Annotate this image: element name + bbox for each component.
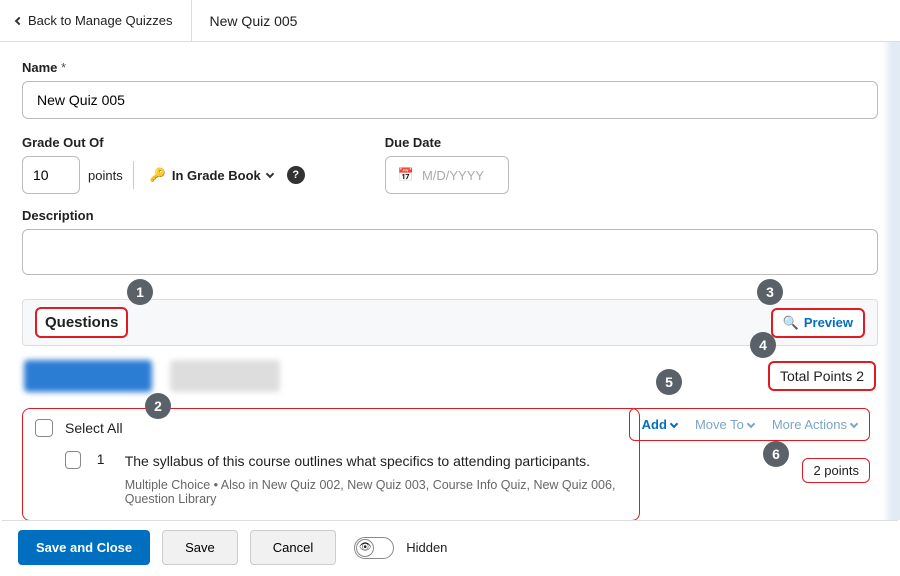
description-input[interactable] bbox=[22, 229, 878, 275]
divider bbox=[133, 161, 134, 189]
chevron-down-icon bbox=[266, 169, 274, 177]
back-label: Back to Manage Quizzes bbox=[28, 13, 173, 28]
points-suffix: points bbox=[88, 168, 123, 183]
visibility-toggle[interactable]: 👁 bbox=[354, 537, 394, 559]
select-all-label: Select All bbox=[65, 420, 123, 436]
chevron-left-icon bbox=[15, 16, 23, 24]
question-1-meta: Multiple Choice • Also in New Quiz 002, … bbox=[125, 478, 627, 506]
page-title: New Quiz 005 bbox=[192, 13, 298, 29]
chevron-down-icon bbox=[850, 419, 858, 427]
preview-button[interactable]: 🔍 Preview bbox=[771, 308, 865, 338]
callout-2: 2 bbox=[145, 393, 171, 419]
add-question-button[interactable]: Add bbox=[642, 417, 677, 432]
question-1-body: The syllabus of this course outlines wha… bbox=[125, 451, 627, 506]
select-all-row: Select All bbox=[35, 419, 627, 437]
question-toolbar: Add Move To More Actions bbox=[629, 408, 870, 441]
callout-5: 5 bbox=[656, 369, 682, 395]
preview-label: Preview bbox=[804, 315, 853, 330]
questions-header: Questions 🔍 Preview bbox=[22, 299, 878, 346]
move-to-button[interactable]: Move To bbox=[695, 417, 754, 432]
question-list-outline: Select All 1 The syllabus of this course… bbox=[22, 408, 640, 521]
name-label: Name * bbox=[22, 60, 878, 75]
preview-icon: 🔍 bbox=[783, 315, 799, 331]
question-row-1[interactable]: 1 The syllabus of this course outlines w… bbox=[35, 451, 627, 506]
create-new-button-blurred[interactable] bbox=[170, 360, 280, 392]
gradebook-label: In Grade Book bbox=[172, 168, 261, 183]
description-label: Description bbox=[22, 208, 878, 223]
due-date-placeholder: M/D/YYYY bbox=[422, 168, 484, 183]
calendar-icon: 📅 bbox=[398, 167, 414, 183]
key-icon: 🔑 bbox=[150, 167, 166, 183]
question-1-number: 1 bbox=[97, 451, 109, 506]
eye-off-icon: 👁 bbox=[359, 542, 372, 553]
due-date-field: Due Date 📅 M/D/YYYY bbox=[385, 135, 509, 194]
blurred-buttons bbox=[24, 360, 280, 392]
help-icon[interactable]: ? bbox=[287, 166, 305, 184]
scrollbar[interactable] bbox=[882, 42, 900, 520]
total-points-label: Total Points 2 bbox=[768, 361, 876, 391]
questions-section-title: Questions bbox=[35, 307, 128, 338]
footer-bar: Save and Close Save Cancel 👁 Hidden bbox=[2, 520, 898, 574]
callout-3: 3 bbox=[757, 279, 783, 305]
select-all-checkbox[interactable] bbox=[35, 419, 53, 437]
chevron-down-icon bbox=[747, 419, 755, 427]
add-existing-button-blurred[interactable] bbox=[24, 360, 152, 392]
gradebook-dropdown[interactable]: 🔑 In Grade Book bbox=[144, 163, 279, 187]
save-and-close-button[interactable]: Save and Close bbox=[18, 530, 150, 565]
grade-out-of-input[interactable] bbox=[22, 156, 80, 194]
cancel-button[interactable]: Cancel bbox=[250, 530, 336, 565]
chevron-down-icon bbox=[670, 419, 678, 427]
question-1-text: The syllabus of this course outlines wha… bbox=[125, 451, 627, 472]
due-date-input[interactable]: 📅 M/D/YYYY bbox=[385, 156, 509, 194]
callout-1: 1 bbox=[127, 279, 153, 305]
more-actions-button[interactable]: More Actions bbox=[772, 417, 857, 432]
back-to-manage-link[interactable]: Back to Manage Quizzes bbox=[16, 0, 192, 41]
visibility-label: Hidden bbox=[406, 540, 447, 555]
toggle-knob: 👁 bbox=[356, 539, 374, 557]
topbar: Back to Manage Quizzes New Quiz 005 bbox=[0, 0, 900, 42]
question-1-points: 2 points bbox=[802, 458, 870, 483]
save-button[interactable]: Save bbox=[162, 530, 238, 565]
name-input[interactable] bbox=[22, 81, 878, 119]
callout-6: 6 bbox=[763, 441, 789, 467]
question-1-checkbox[interactable] bbox=[65, 451, 81, 469]
grade-field: Grade Out Of points 🔑 In Grade Book ? bbox=[22, 135, 305, 194]
due-date-label: Due Date bbox=[385, 135, 509, 150]
callout-4: 4 bbox=[750, 332, 776, 358]
question-list-area: Select All 1 The syllabus of this course… bbox=[22, 408, 878, 521]
grade-label: Grade Out Of bbox=[22, 135, 305, 150]
